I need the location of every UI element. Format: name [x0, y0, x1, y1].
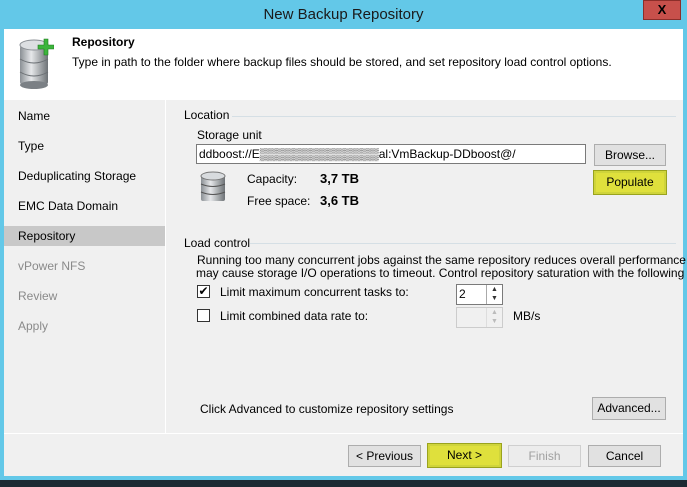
database-add-icon [19, 38, 54, 89]
capacity-value: 3,7 TB [320, 171, 360, 186]
close-button[interactable]: X [643, 0, 681, 20]
nav-item-deduplicating-storage[interactable]: Deduplicating Storage [4, 166, 165, 186]
advanced-button[interactable]: Advanced... [592, 397, 666, 420]
spin-up-icon: ▲ [491, 309, 498, 316]
wizard-steps: Name Type Deduplicating Storage EMC Data… [4, 100, 166, 433]
load-control-description-1: Running too many concurrent jobs against… [197, 253, 687, 267]
dialog-body: Repository Type in path to the folder wh… [4, 29, 687, 476]
limit-tasks-value: 2 [459, 287, 466, 301]
load-control-divider [250, 243, 676, 244]
storage-icon [200, 171, 226, 201]
limit-tasks-checkbox[interactable]: ✔ [197, 285, 210, 298]
page-title: Repository [72, 35, 135, 49]
storage-unit-input[interactable]: ddboost://E▒▒▒▒▒▒▒▒▒▒▒▒▒▒al:VmBackup-DDb… [196, 144, 586, 164]
limit-rate-label: Limit combined data rate to: [220, 309, 369, 323]
nav-item-repository[interactable]: Repository [4, 226, 165, 246]
spin-down-icon[interactable]: ▼ [487, 294, 502, 303]
finish-button: Finish [508, 445, 581, 467]
storage-unit-label: Storage unit [197, 128, 262, 142]
limit-rate-stepper: ▲ ▼ [456, 307, 503, 328]
location-group-label: Location [184, 108, 230, 122]
cancel-button[interactable]: Cancel [588, 445, 661, 467]
capacity-label: Capacity: [247, 172, 298, 186]
advanced-hint: Click Advanced to customize repository s… [200, 402, 454, 416]
next-button[interactable]: Next > [427, 443, 502, 468]
spin-down-icon: ▼ [491, 318, 498, 325]
header: Repository Type in path to the folder wh… [4, 29, 683, 100]
previous-button[interactable]: < Previous [348, 445, 421, 467]
load-control-group-label: Load control [184, 236, 251, 250]
limit-tasks-label: Limit maximum concurrent tasks to: [220, 285, 409, 299]
free-space-label: Free space: [247, 194, 311, 208]
nav-item-apply: Apply [18, 319, 49, 333]
free-space-value: 3,6 TB [320, 193, 360, 208]
nav-item-name[interactable]: Name [4, 106, 165, 126]
populate-button[interactable]: Populate [593, 170, 667, 195]
nav-item-review: Review [18, 289, 58, 303]
rate-unit-label: MB/s [513, 309, 541, 323]
rate-spin-buttons: ▲ ▼ [486, 308, 502, 327]
page-description: Type in path to the folder where backup … [72, 55, 612, 69]
footer-divider [4, 433, 683, 434]
dialog-window: New Backup Repository X Repository Type … [0, 0, 687, 480]
tasks-spin-buttons[interactable]: ▲ ▼ [486, 285, 502, 304]
load-control-description-2: may cause storage I/O operations to time… [196, 266, 685, 280]
nav-item-vpower-nfs: vPower NFS [18, 259, 86, 273]
limit-tasks-stepper[interactable]: 2 ▲ ▼ [456, 284, 503, 305]
window-title: New Backup Repository [263, 6, 424, 23]
location-divider [232, 116, 676, 117]
nav-item-type[interactable]: Type [4, 136, 165, 156]
nav-item-emc-data-domain[interactable]: EMC Data Domain [4, 196, 165, 216]
limit-rate-checkbox[interactable] [197, 309, 210, 322]
spin-up-icon[interactable]: ▲ [487, 285, 502, 294]
browse-button[interactable]: Browse... [594, 144, 666, 166]
